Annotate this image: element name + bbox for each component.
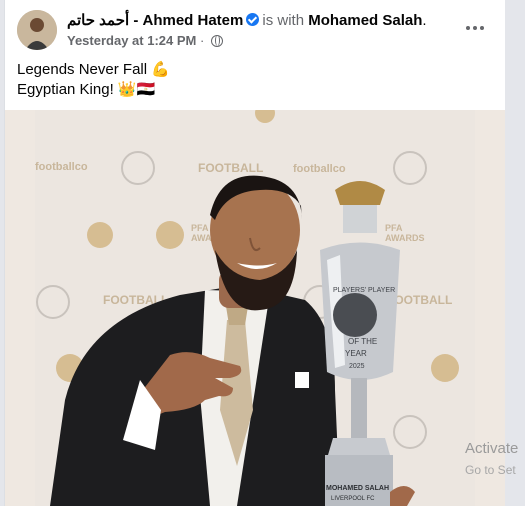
activate-windows-title: Activate bbox=[465, 440, 519, 457]
trophy-text-3: YEAR bbox=[345, 349, 367, 358]
awards-text-3: PFA bbox=[385, 223, 403, 233]
trophy-text-1: PLAYERS' PLAYER bbox=[333, 287, 395, 294]
awards-text-1: PFA bbox=[191, 223, 209, 233]
tagged-person-link[interactable]: Mohamed Salah bbox=[308, 12, 422, 29]
post-text-line-2: Egyptian King! 👑🇪🇬 bbox=[17, 81, 156, 98]
meta-dot: · bbox=[199, 33, 205, 48]
verified-badge-icon bbox=[246, 13, 260, 26]
post-timestamp[interactable]: Yesterday at 1:24 PM bbox=[67, 33, 196, 48]
activate-windows-subtitle: Go to Set bbox=[465, 463, 516, 477]
more-dot-icon bbox=[473, 26, 477, 30]
name-separator: - bbox=[133, 12, 139, 29]
photo-scene: footballco FOOTBALL FOOTBALL FOOTBALL PF… bbox=[5, 110, 505, 506]
post-meta: Yesterday at 1:24 PM · bbox=[67, 33, 223, 48]
avatar-image bbox=[17, 10, 57, 50]
more-dot-icon bbox=[480, 26, 484, 30]
page-scroll-area[interactable] bbox=[505, 0, 525, 506]
post-card: أحمد حاتم - Ahmed Hatem is with Mohamed S… bbox=[5, 0, 505, 506]
plaque-name: MOHAMED SALAH bbox=[326, 485, 389, 492]
plaque-club: LIVERPOOL FC bbox=[331, 496, 375, 502]
sponsor-text: footballco bbox=[35, 161, 88, 173]
author-arabic-name[interactable]: أحمد حاتم bbox=[67, 12, 129, 29]
awards-text-4: AWARDS bbox=[385, 233, 425, 243]
brand-text: FOOTBALL bbox=[198, 161, 263, 175]
author-name-link[interactable]: Ahmed Hatem bbox=[143, 12, 244, 29]
post-photo[interactable]: footballco FOOTBALL FOOTBALL FOOTBALL PF… bbox=[5, 110, 505, 506]
more-dot-icon bbox=[466, 26, 470, 30]
trophy-text-2: OF THE bbox=[348, 337, 377, 346]
globe-icon[interactable] bbox=[210, 35, 223, 47]
post-header: أحمد حاتم - Ahmed Hatem is with Mohamed S… bbox=[67, 11, 427, 29]
sponsor-text-2: footballco bbox=[293, 163, 346, 175]
author-avatar[interactable] bbox=[17, 10, 57, 50]
post-text-line-1: Legends Never Fall 💪 bbox=[17, 61, 170, 78]
more-options-button[interactable] bbox=[457, 14, 493, 42]
trophy-year: 2025 bbox=[349, 363, 365, 370]
post-text: Legends Never Fall 💪 Egyptian King! 👑🇪🇬 bbox=[17, 60, 170, 100]
header-period: . bbox=[422, 12, 427, 29]
with-text: is with bbox=[262, 12, 305, 29]
